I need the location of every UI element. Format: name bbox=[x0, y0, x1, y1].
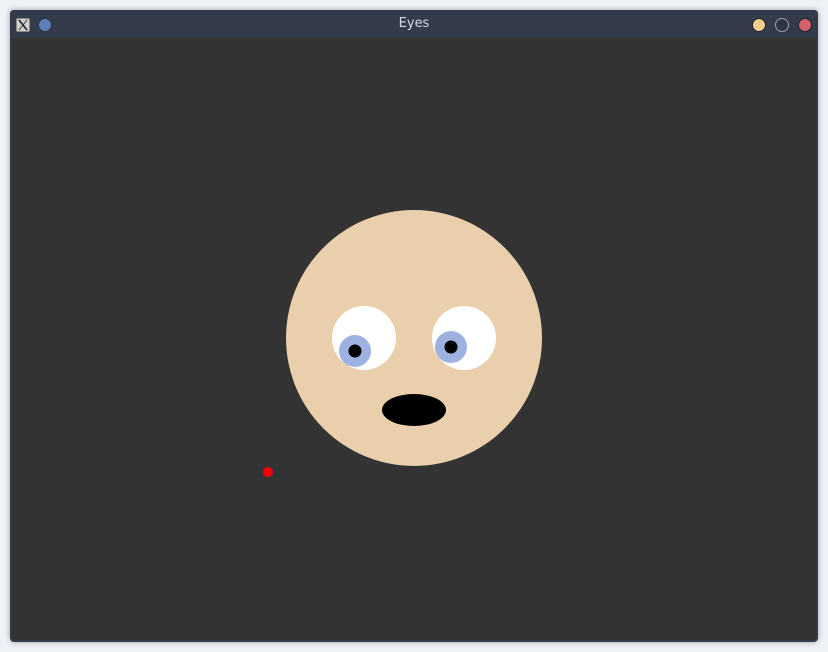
right-pupil bbox=[444, 340, 458, 354]
maximize-icon[interactable] bbox=[775, 18, 789, 32]
left-pupil bbox=[348, 344, 362, 358]
eyes-canvas[interactable] bbox=[12, 38, 816, 640]
eyes-window: Eyes bbox=[10, 10, 818, 642]
mouse-pointer-dot bbox=[263, 467, 273, 477]
close-icon[interactable] bbox=[798, 18, 812, 32]
face bbox=[286, 210, 542, 466]
window-title: Eyes bbox=[398, 16, 430, 31]
eyes-drawing bbox=[12, 38, 816, 640]
title-bar[interactable]: Eyes bbox=[10, 10, 818, 38]
minimize-icon[interactable] bbox=[752, 18, 766, 32]
mouth bbox=[382, 394, 446, 426]
